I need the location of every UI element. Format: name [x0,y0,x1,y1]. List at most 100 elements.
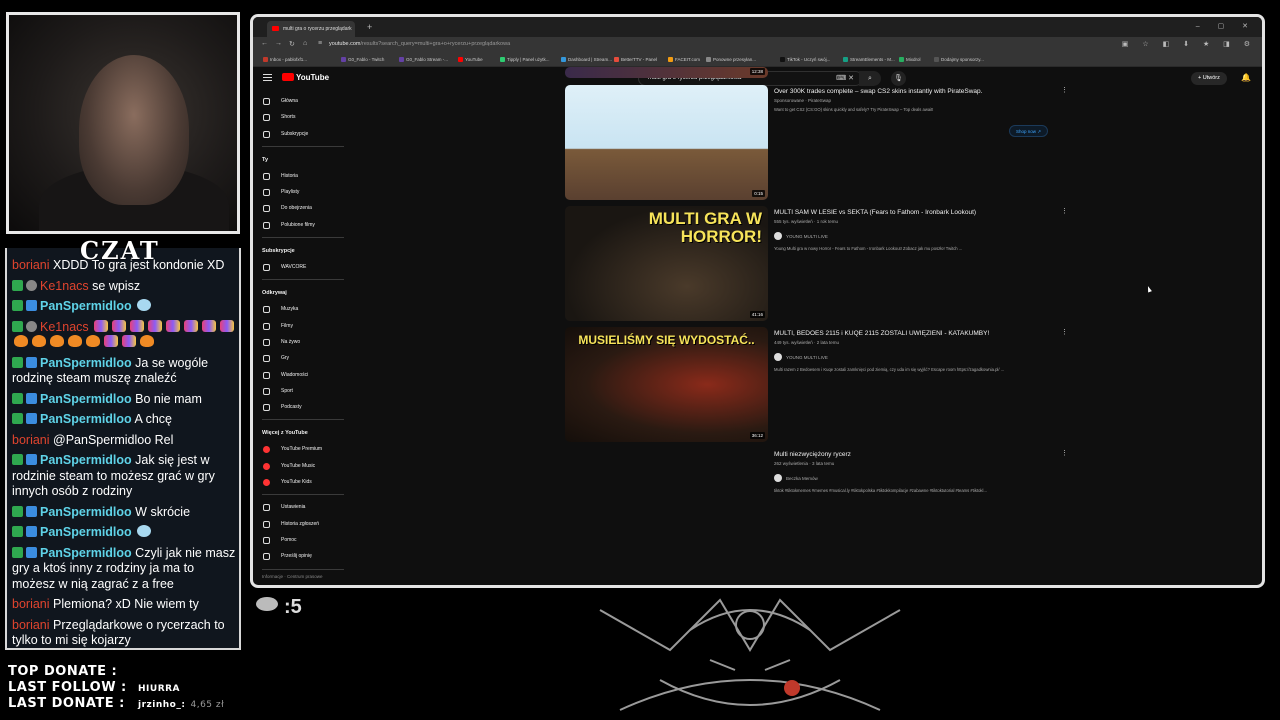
bookmark-item[interactable]: YouTube [458,57,483,62]
sidebar-item[interactable]: Subskrypcje [253,126,348,142]
more-actions-icon[interactable]: ⋮ [1061,328,1068,336]
sidebar-divider [262,419,344,421]
bookmark-label: Inbox - pablofxf1... [270,57,308,62]
verified-badge-icon [12,526,23,537]
tab-youtube-search[interactable]: multi gra o rycerzu przeglądark [267,21,355,37]
more-actions-icon[interactable]: ⋮ [1061,207,1068,215]
sidebar-item[interactable]: YouTube Music [253,458,348,474]
bookmark-item[interactable]: Dodajmy sponsorzy... [934,57,984,62]
sidebar-item[interactable]: Pomoc [253,532,348,548]
chat-username[interactable]: PanSpermidloo [40,525,132,539]
url-field[interactable]: youtube.com/results?search_query=multi+g… [329,41,510,47]
bookmark-label: Tipply | Panel użytk... [507,57,550,62]
bookmark-item[interactable]: TikTok - Uczyń swój... [780,57,830,62]
previous-result-thumbnail[interactable]: 12:38 [565,67,768,78]
chat-username[interactable]: PanSpermidloo [40,546,132,560]
back-icon[interactable]: ← [261,40,268,47]
chat-username[interactable]: PanSpermidloo [40,299,132,313]
video-meta: Sponsorowane · PirateSwap [774,98,832,103]
bookmark-favicon-icon [780,57,785,62]
video-title[interactable]: MULTI, BEDOES 2115 i KUQE 2115 ZOSTALI U… [774,330,989,337]
youtube-logo[interactable]: YouTube [282,73,329,82]
channel-name[interactable]: YOUNG MULTI LIVE [774,353,828,361]
sidebar-item[interactable]: Shorts [253,109,348,125]
bookmark-item[interactable]: Inbox - pablofxf1... [263,57,307,62]
home-icon[interactable]: ⌂ [303,40,307,47]
chat-username[interactable]: PanSpermidloo [40,412,132,426]
menu-icon[interactable] [263,74,272,81]
bookmark-item[interactable]: BetterTTV - Panel [614,57,657,62]
new-tab-button[interactable]: + [367,22,372,32]
chat-text: Plemiona? xD Nie wiem ty [53,597,199,611]
bookmark-label: StreamElements - M... [850,57,895,62]
bookmark-item[interactable]: Dashboard | Stream... [561,57,612,62]
forward-icon[interactable]: → [275,40,282,47]
bookmark-item[interactable]: FACEIT.com [668,57,700,62]
viewer-count-value: 5 [290,596,302,618]
bookmark-item[interactable]: G0_Fablo Stream -... [399,57,448,62]
sidebar-item[interactable]: Podcasty [253,399,348,415]
sidebar-item[interactable]: Ustawienia [253,499,348,515]
sidebar-item[interactable]: WAVCORE [253,259,348,275]
create-button[interactable]: + Utwórz [1191,72,1227,85]
sidebar-item[interactable]: Polubione filmy [253,217,348,233]
chat-username[interactable]: PanSpermidloo [40,505,132,519]
rainbow-emote-icon [166,319,181,332]
video-thumbnail[interactable]: MULTI GRA W HORROR! 41:16 [565,206,768,321]
sidebar-item[interactable]: Historia zgłoszeń [253,516,348,532]
channel-name[interactable]: Beczka Memów [774,474,818,482]
reload-icon[interactable]: ↻ [289,40,295,48]
sidebar-section-header[interactable]: Subskrypcje [253,242,348,259]
video-title[interactable]: MULTI SAM W LESIE vs SEKTA (Fears to Fat… [774,209,976,216]
chat-username[interactable]: PanSpermidloo [40,453,132,467]
sidebar-item[interactable]: Wiadomości [253,367,348,383]
rainbow-emote-icon [148,319,163,332]
chat-username[interactable]: Ke1nacs [40,320,89,334]
sidebar-item[interactable]: Playlisty [253,184,348,200]
video-thumbnail[interactable]: MUSIELIŚMY SIĘ WYDOSTAĆ.. 36:12 [565,327,768,442]
bookmark-item[interactable]: Ponowne przesyłan... [706,57,756,62]
chat-username[interactable]: PanSpermidloo [40,356,132,370]
chat-username[interactable]: boriani [12,618,50,632]
chat-text: se wpisz [92,278,141,293]
sidebar-item[interactable]: Główna [253,93,348,109]
sidebar-item[interactable]: Historia [253,168,348,184]
more-actions-icon[interactable]: ⋮ [1061,449,1068,457]
video-description: tiktok #tiktokmemes #memes #musical.ly #… [774,488,987,493]
sidebar-item[interactable]: Na żywo [253,334,348,350]
sidebar-item[interactable]: YouTube Kids [253,474,348,490]
more-actions-icon[interactable]: ⋮ [1061,86,1068,94]
extension-icons[interactable]: ▣ ☆ ◧ ⬇ ★ ◨ ⚙ [1122,40,1256,48]
sidebar-footer[interactable]: Informacje · Centrum prasowe [253,574,348,579]
chat-username[interactable]: boriani [12,597,50,611]
sidebar-section-header[interactable]: Odkrywaj [253,284,348,301]
site-info-icon[interactable]: ≡ [318,40,322,47]
video-description: Multi razem z Bedoesem i Kuqe zostali za… [774,367,1005,372]
video-thumbnail[interactable]: 0:15 [565,85,768,200]
sidebar-item[interactable]: Do obejrzenia [253,200,348,216]
sidebar-item[interactable]: Prześlij opinię [253,548,348,564]
sidebar-item[interactable]: Gry [253,350,348,366]
video-title[interactable]: Multi niezwyciężony rycerz [774,451,851,458]
sidebar-item[interactable]: Muzyka [253,301,348,317]
bookmark-item[interactable]: Mixdrol [899,57,921,62]
chat-username[interactable]: boriani [12,258,50,272]
chat-username[interactable]: Ke1nacs [40,279,89,293]
chat-username[interactable]: PanSpermidloo [40,392,132,406]
shop-now-button[interactable]: Shop now ↗ [1009,125,1049,137]
sidebar-item[interactable]: Filmy [253,318,348,334]
chat-username[interactable]: boriani [12,433,50,447]
sidebar-item[interactable]: YouTube Premium [253,441,348,457]
bookmark-item[interactable]: Tipply | Panel użytk... [500,57,550,62]
sidebar-section-header[interactable]: Ty [253,151,348,168]
sidebar-item[interactable]: Sport [253,383,348,399]
window-controls[interactable]: – ▢ ✕ [1196,22,1256,30]
channel-name[interactable]: YOUNG MULTI LIVE [774,232,828,240]
bookmark-item[interactable]: StreamElements - M... [843,57,895,62]
bookmark-item[interactable]: G0_Fablo - Twitch [341,57,384,62]
live-icon [263,338,270,346]
notifications-icon[interactable]: 🔔 [1241,73,1251,82]
news-icon [263,371,270,379]
sidebar-section-header[interactable]: Więcej z YouTube [253,424,348,441]
video-title[interactable]: Over 300K trades complete – swap CS2 ski… [774,88,982,95]
